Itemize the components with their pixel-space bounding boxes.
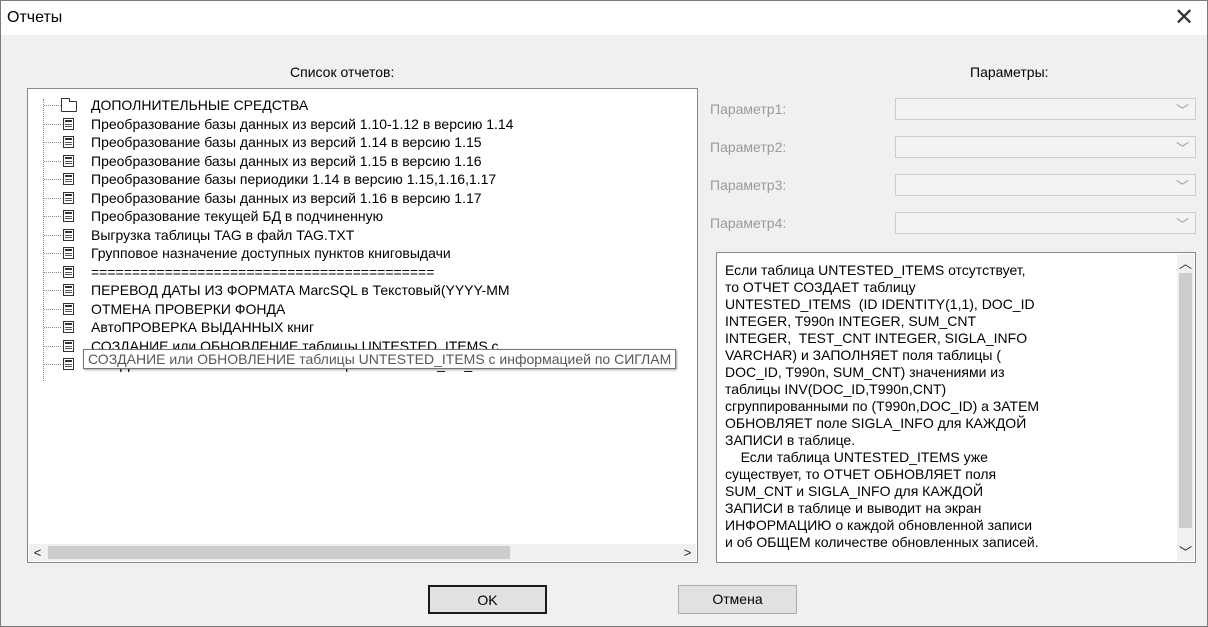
report-icon bbox=[63, 228, 74, 241]
ok-button[interactable]: OK bbox=[428, 585, 547, 614]
parameter-3-select[interactable]: ﹀ bbox=[895, 174, 1196, 196]
report-icon bbox=[63, 284, 74, 296]
chevron-down-icon[interactable]: ﹀ bbox=[1176, 214, 1189, 233]
item-tooltip: СОЗДАНИЕ или ОБНОВЛЕНИЕ таблицы UNTESTED… bbox=[83, 349, 677, 369]
parameters-header: Параметры: bbox=[970, 64, 1049, 80]
report-icon bbox=[63, 210, 74, 222]
report-icon bbox=[63, 154, 74, 167]
parameter-2-label: Параметр2: bbox=[710, 139, 787, 155]
report-icon bbox=[63, 358, 74, 370]
horizontal-scrollbar[interactable]: < > bbox=[29, 544, 696, 561]
tree-report-item[interactable]: ОТМЕНА ПРОВЕРКИ ФОНДА bbox=[28, 300, 697, 320]
scroll-up-icon[interactable]: ︿ bbox=[1177, 255, 1194, 272]
tree-connector bbox=[44, 327, 61, 328]
title-bar: Отчеты ✕ bbox=[1, 1, 1207, 35]
reports-list-header: Список отчетов: bbox=[290, 64, 395, 80]
tree-report-item[interactable]: ========================================… bbox=[28, 263, 697, 283]
tree-item-label: АвтоПРОВЕРКА ВЫДАННЫХ книг bbox=[91, 319, 315, 335]
tree-connector bbox=[44, 345, 61, 347]
tree-item-label: Преобразование базы данных из версий 1.1… bbox=[91, 134, 482, 150]
tree-item-label: Выгрузка таблицы TAG в файл TAG.TXT bbox=[91, 226, 355, 243]
tree-report-item[interactable]: Преобразование текущей БД в подчиненную bbox=[28, 207, 697, 227]
cancel-button[interactable]: Отмена bbox=[678, 585, 797, 614]
report-description: Если таблица UNTESTED_ITEMS отсутствует,… bbox=[716, 252, 1196, 563]
tree-item-label: Преобразование базы данных из версий 1.1… bbox=[91, 189, 482, 206]
scroll-right-icon[interactable]: > bbox=[679, 544, 696, 561]
report-icon bbox=[63, 191, 74, 204]
tree-connector bbox=[44, 105, 61, 106]
report-icon bbox=[63, 339, 74, 352]
tree-report-item[interactable]: Групповое назначение доступных пунктов к… bbox=[28, 244, 697, 264]
tree-report-item[interactable]: Преобразование базы данных из версий 1.1… bbox=[28, 115, 697, 135]
chevron-down-icon[interactable]: ﹀ bbox=[1176, 138, 1189, 157]
tree-connector bbox=[44, 123, 61, 125]
chevron-down-icon[interactable]: ﹀ bbox=[1176, 176, 1189, 195]
tree-connector bbox=[44, 253, 61, 254]
scroll-left-icon[interactable]: < bbox=[29, 544, 46, 561]
tree-connector bbox=[44, 197, 61, 199]
tree-folder-item[interactable]: ДОПОЛНИТЕЛЬНЫЕ СРЕДСТВА bbox=[28, 96, 697, 116]
report-icon bbox=[63, 321, 74, 333]
tree-report-item[interactable]: Выгрузка таблицы TAG в файл TAG.TXT bbox=[28, 226, 697, 246]
tree-report-item[interactable]: Преобразование базы данных из версий 1.1… bbox=[28, 189, 697, 209]
tree-item-label: Преобразование базы данных из версий 1.1… bbox=[91, 152, 482, 169]
report-icon bbox=[63, 136, 74, 148]
report-icon bbox=[63, 173, 74, 185]
report-icon bbox=[63, 247, 74, 259]
tree-connector bbox=[44, 160, 61, 162]
chevron-down-icon[interactable]: ﹀ bbox=[1176, 100, 1189, 119]
vertical-scroll-thumb[interactable] bbox=[1179, 273, 1192, 528]
close-icon[interactable]: ✕ bbox=[1167, 3, 1201, 33]
parameter-1-label: Параметр1: bbox=[710, 101, 787, 117]
tree-connector bbox=[44, 290, 61, 291]
scroll-down-icon[interactable]: ﹀ bbox=[1177, 544, 1194, 561]
horizontal-scroll-thumb[interactable] bbox=[48, 546, 510, 559]
report-icon bbox=[63, 265, 74, 278]
tree-report-item[interactable]: АвтоПРОВЕРКА ВЫДАННЫХ книг bbox=[28, 318, 697, 338]
tree-connector bbox=[44, 364, 61, 365]
parameter-4-label: Параметр4: bbox=[710, 215, 787, 231]
tree-item-label: ОТМЕНА ПРОВЕРКИ ФОНДА bbox=[91, 300, 286, 317]
dialog-title: Отчеты bbox=[7, 9, 63, 26]
tree-report-item[interactable]: Преобразование базы данных из версий 1.1… bbox=[28, 152, 697, 172]
parameter-1-select[interactable]: ﹀ bbox=[895, 98, 1196, 120]
reports-dialog: Отчеты ✕ Список отчетов: Параметры: ДОПО… bbox=[0, 0, 1208, 627]
tree-item-label: ПЕРЕВОД ДАТЫ ИЗ ФОРМАТА MarcSQL в Тексто… bbox=[91, 282, 510, 298]
tree-item-label: Групповое назначение доступных пунктов к… bbox=[91, 245, 451, 261]
report-icon bbox=[63, 302, 74, 315]
parameter-3-label: Параметр3: bbox=[710, 177, 787, 193]
tree-item-label: ========================================… bbox=[91, 263, 435, 280]
parameter-2-select[interactable]: ﹀ bbox=[895, 136, 1196, 158]
tree-item-label: Преобразование текущей БД в подчиненную bbox=[91, 208, 384, 224]
report-icon bbox=[63, 117, 74, 130]
tree-connector bbox=[44, 216, 61, 217]
tree-report-item[interactable]: Преобразование базы периодики 1.14 в вер… bbox=[28, 170, 697, 190]
reports-tree[interactable]: ДОПОЛНИТЕЛЬНЫЕ СРЕДСТВА Преобразование ба… bbox=[27, 88, 698, 563]
tree-item-label: ДОПОЛНИТЕЛЬНЫЕ СРЕДСТВА bbox=[91, 97, 309, 113]
vertical-scrollbar[interactable]: ︿ ﹀ bbox=[1177, 254, 1194, 561]
folder-icon bbox=[61, 98, 77, 112]
parameter-4-select[interactable]: ﹀ bbox=[895, 212, 1196, 234]
tree-report-item[interactable]: ПЕРЕВОД ДАТЫ ИЗ ФОРМАТА MarcSQL в Тексто… bbox=[28, 281, 697, 301]
tree-item-label: Преобразование базы данных из версий 1.1… bbox=[91, 115, 514, 132]
description-text: Если таблица UNTESTED_ITEMS отсутствует,… bbox=[725, 262, 1040, 550]
tree-connector bbox=[44, 271, 61, 273]
tree-item-label: Преобразование базы периодики 1.14 в вер… bbox=[91, 171, 497, 187]
tree-report-item[interactable]: Преобразование базы данных из версий 1.1… bbox=[28, 133, 697, 153]
tree-connector bbox=[44, 179, 61, 180]
tree-connector bbox=[44, 234, 61, 236]
tree-connector bbox=[44, 142, 61, 143]
tree-connector bbox=[44, 308, 61, 310]
